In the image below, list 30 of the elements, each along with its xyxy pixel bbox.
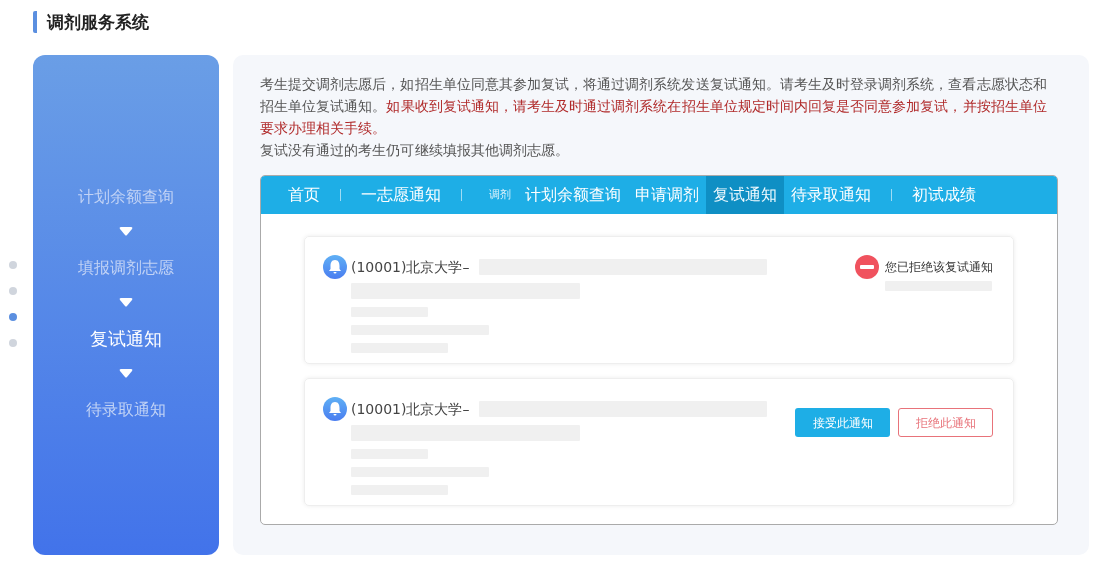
nav-tab[interactable]: 待录取通知 <box>784 176 878 214</box>
page-dot[interactable] <box>9 313 17 321</box>
nav-tab[interactable]: 复试通知 <box>706 176 784 214</box>
step-label[interactable]: 复试通知 <box>33 325 219 353</box>
bell-icon <box>323 255 347 279</box>
nav-tab[interactable]: 申请调剂 <box>628 176 706 214</box>
reject-button[interactable]: 拒绝此通知 <box>898 408 993 437</box>
down-triangle-icon <box>119 369 133 379</box>
nav-tab[interactable]: 一志愿通知 <box>354 176 448 214</box>
page-dot[interactable] <box>9 287 17 295</box>
page-dot[interactable] <box>9 339 17 347</box>
page-dot[interactable] <box>9 261 17 269</box>
down-triangle-icon <box>119 298 133 308</box>
nav-tab[interactable]: 计划余额查询 <box>518 176 628 214</box>
nav-tab[interactable]: 首页 <box>281 176 327 214</box>
nav-tab[interactable]: 初试成绩 <box>905 176 983 214</box>
nav-label: 调剂 <box>488 187 512 203</box>
minus-circle-icon <box>855 255 879 279</box>
school-name: (10001)北京大学– <box>351 258 470 277</box>
status-text: 您已拒绝该复试通知 <box>885 259 993 276</box>
intro-paragraph: 复试没有通过的考生仍可继续填报其他调剂志愿。 <box>260 141 571 160</box>
step-label[interactable]: 待录取通知 <box>33 396 219 424</box>
bell-icon <box>323 397 347 421</box>
accept-button[interactable]: 接受此通知 <box>795 408 890 437</box>
school-name: (10001)北京大学– <box>351 400 470 419</box>
down-triangle-icon <box>119 227 133 237</box>
intro-paragraph: 考生提交调剂志愿后，如招生单位同意其参加复试，将通过调剂系统发送复试通知。请考生及时登录调剂系统，查看志愿状态和招生单位复试通知。如果收到复试通知，请考生及时通过调剂系统在招生单位规定时间内回复是否同意参加复试，并按招生单位要求办理相关手续。 <box>260 75 1048 138</box>
step-label[interactable]: 计划余额查询 <box>33 183 219 211</box>
page-title: 调剂服务系统 <box>33 11 1099 33</box>
step-label[interactable]: 填报调剂志愿 <box>33 254 219 282</box>
